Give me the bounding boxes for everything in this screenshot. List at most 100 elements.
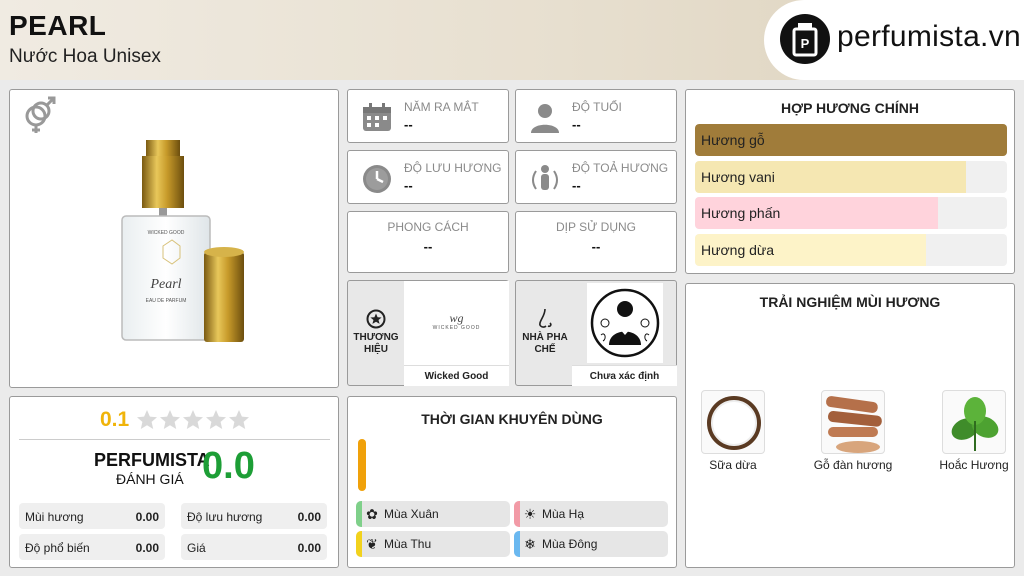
note-label: Gỗ đàn hương xyxy=(813,458,893,472)
perfumista-score: 0.0 xyxy=(202,445,255,487)
accord-label: Hương phấn xyxy=(701,205,781,221)
scent-experience-heading: TRẢI NGHIỆM MÙI HƯƠNG xyxy=(759,294,941,310)
age-value: -- xyxy=(572,117,581,132)
release-year-label: NĂM RA MẮT xyxy=(404,100,479,114)
age-label: ĐỘ TUỔI xyxy=(572,100,622,114)
metric-label: Giá xyxy=(187,541,206,555)
season-label: Mùa Xuân xyxy=(384,507,439,521)
site-logo-text: perfumista.vn xyxy=(837,20,1021,53)
brand-card[interactable]: THƯƠNG HIỆU wg WICKED GOOD Wicked Good xyxy=(347,280,509,386)
occasion-card: DỊP SỬ DỤNG -- xyxy=(515,211,677,273)
svg-text:P: P xyxy=(801,36,810,51)
release-year-value: -- xyxy=(404,117,413,132)
unisex-gender-icon xyxy=(18,96,58,136)
snowflake-icon: ❄ xyxy=(524,536,536,552)
sun-icon: ☀ xyxy=(523,506,537,522)
star-icon[interactable] xyxy=(136,409,158,431)
brand-name: Wicked Good xyxy=(404,365,509,386)
metric-longevity: Độ lưu hương 0.00 xyxy=(181,503,327,529)
age-card: ĐỘ TUỔI -- xyxy=(515,89,677,143)
perfume-bottle-image: WICKED GOOD Pearl EAU DE PARFUM xyxy=(110,136,250,351)
longevity-value: -- xyxy=(404,178,413,193)
site-logo[interactable]: P perfumista.vn xyxy=(764,0,1024,80)
accord-label: Hương gỗ xyxy=(701,132,765,148)
accord-bar: Hương gỗ xyxy=(695,124,1007,156)
season-label: Mùa Hạ xyxy=(542,507,585,521)
sillage-value: -- xyxy=(572,178,581,193)
perfumer-name: Chưa xác định xyxy=(572,365,677,386)
metric-value: 0.00 xyxy=(297,510,321,524)
sillage-card: ĐỘ TOẢ HƯƠNG -- xyxy=(515,150,677,204)
usage-time-heading: THỜI GIAN KHUYÊN DÙNG xyxy=(421,411,603,427)
note-item-sandalwood[interactable]: Gỗ đàn hương xyxy=(811,390,895,473)
note-item-coconut-milk[interactable]: Sữa dừa xyxy=(691,390,775,473)
occasion-value: -- xyxy=(591,239,601,254)
nose-icon xyxy=(536,307,556,331)
sillage-label: ĐỘ TOẢ HƯƠNG xyxy=(572,161,669,175)
perfume-title: PEARL xyxy=(9,10,107,41)
header: PEARL Nước Hoa Unisex P perfumista.vn xyxy=(0,0,1024,80)
perfume-bottle-logo-icon: P xyxy=(780,14,830,64)
star-rating[interactable] xyxy=(136,409,251,431)
occasion-label: DỊP SỬ DỤNG xyxy=(555,220,637,234)
coconut-icon xyxy=(701,390,765,454)
divider xyxy=(19,439,330,440)
season-summer: ☀ Mùa Hạ xyxy=(514,501,668,527)
accord-label: Hương dừa xyxy=(701,241,775,258)
metric-value: 0.00 xyxy=(297,541,321,555)
sillage-icon xyxy=(528,161,562,195)
season-swatch xyxy=(514,531,520,557)
brand-logo: wg WICKED GOOD xyxy=(404,281,509,365)
metric-label: Mùi hương xyxy=(25,510,84,524)
longevity-card: ĐỘ LƯU HƯƠNG -- xyxy=(347,150,509,204)
season-swatch xyxy=(356,501,362,527)
season-swatch xyxy=(514,501,520,527)
metric-scent: Mùi hương 0.00 xyxy=(19,503,165,529)
metric-value: 0.00 xyxy=(135,541,159,555)
person-icon xyxy=(528,100,562,134)
style-label: PHONG CÁCH xyxy=(387,220,469,234)
season-label: Mùa Đông xyxy=(542,537,598,551)
star-icon[interactable] xyxy=(205,409,227,431)
note-label: Sữa dừa xyxy=(709,458,757,472)
season-spring: ✿ Mùa Xuân xyxy=(356,501,510,527)
season-swatch xyxy=(356,531,362,557)
usage-time-card: THỜI GIAN KHUYÊN DÙNG ✿ Mùa Xuân ☀ Mùa H… xyxy=(347,396,677,568)
star-icon[interactable] xyxy=(228,409,250,431)
main-accords-heading: HỢP HƯƠNG CHÍNH xyxy=(781,100,919,116)
brand-logo-text: WICKED GOOD xyxy=(432,325,481,331)
metric-price: Giá 0.00 xyxy=(181,534,327,560)
perfume-subtitle: Nước Hoa Unisex xyxy=(9,46,161,67)
note-item-patchouli[interactable]: Hoắc Hương xyxy=(932,390,1016,473)
style-card: PHONG CÁCH -- xyxy=(347,211,509,273)
season-winter: ❄ Mùa Đông xyxy=(514,531,668,557)
season-label: Mùa Thu xyxy=(384,537,432,551)
rating-card: 0.1 PERFUMISTA ĐÁNH GIÁ 0.0 Mùi hương 0.… xyxy=(9,396,339,568)
accord-bar: Hương dừa xyxy=(695,233,1007,266)
bottle-name-text: Pearl xyxy=(149,277,181,292)
star-icon[interactable] xyxy=(159,409,181,431)
metric-value: 0.00 xyxy=(135,510,159,524)
bottle-brand-text: WICKED GOOD xyxy=(148,230,185,236)
rating-label: ĐÁNH GIÁ xyxy=(116,471,184,487)
day-night-bar xyxy=(358,439,366,491)
flower-icon: ✿ xyxy=(366,506,378,522)
patchouli-icon xyxy=(942,390,1006,454)
calendar-icon xyxy=(360,100,394,134)
perfumer-card[interactable]: NHÀ PHA CHẾ Chưa xác định xyxy=(515,280,677,386)
style-value: -- xyxy=(423,239,433,254)
product-image-card: WICKED GOOD Pearl EAU DE PARFUM xyxy=(9,89,339,388)
brand-label: THƯƠNG HIỆU xyxy=(353,332,399,355)
star-icon[interactable] xyxy=(182,409,204,431)
perfumer-avatar xyxy=(587,283,663,363)
metric-label: Độ lưu hương xyxy=(187,510,263,524)
bottle-type-text: EAU DE PARFUM xyxy=(146,298,187,304)
release-year-card: NĂM RA MẮT -- xyxy=(347,89,509,143)
perfumer-label: NHÀ PHA CHẾ xyxy=(522,332,568,355)
season-autumn: ❦ Mùa Thu xyxy=(356,531,510,557)
longevity-label: ĐỘ LƯU HƯƠNG xyxy=(404,161,502,175)
metric-popularity: Độ phổ biến 0.00 xyxy=(19,534,165,560)
accord-bar: Hương phấn xyxy=(695,197,1007,229)
clock-icon xyxy=(360,161,394,195)
metric-label: Độ phổ biến xyxy=(25,541,90,555)
